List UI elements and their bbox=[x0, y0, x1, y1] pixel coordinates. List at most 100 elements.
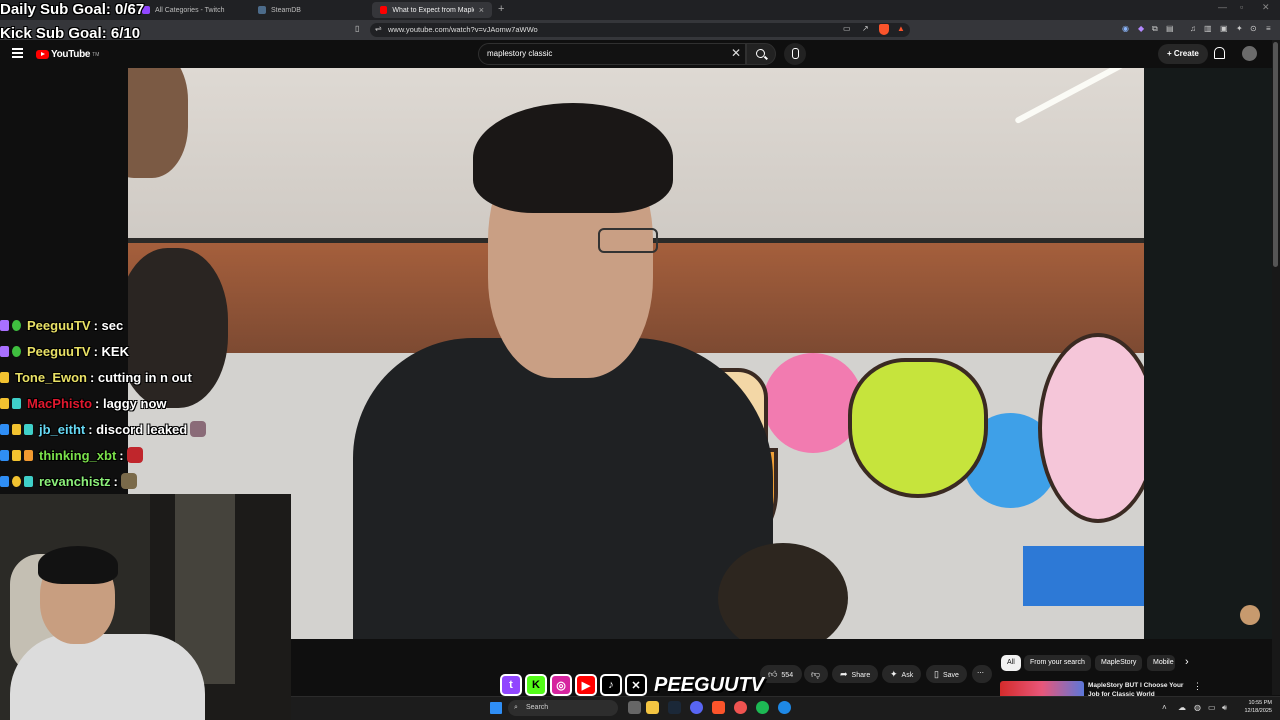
more-actions-button[interactable]: ⋯ bbox=[972, 665, 992, 683]
search-button[interactable] bbox=[746, 43, 776, 65]
browser-tab-bar: All Categories - Twitch SteamDB What to … bbox=[0, 0, 1280, 20]
gem-badge-icon bbox=[0, 423, 9, 435]
sidebar-icon[interactable]: ▤ bbox=[1166, 24, 1174, 33]
url-field[interactable]: www.youtube.com/watch?v=vJAomw7aWWo bbox=[370, 23, 910, 37]
taskbar-search-placeholder: Search bbox=[526, 704, 549, 711]
taskbar-search[interactable]: ⌕ Search bbox=[508, 700, 618, 716]
chip-maplestory[interactable]: MapleStory bbox=[1095, 655, 1143, 671]
file-explorer-icon[interactable] bbox=[646, 701, 659, 714]
youtube-favicon-icon bbox=[380, 6, 388, 14]
voice-search-icon[interactable] bbox=[784, 43, 806, 65]
save-button[interactable]: ▯ Save bbox=[926, 665, 967, 683]
tab-twitch[interactable]: All Categories - Twitch bbox=[134, 2, 244, 18]
chip-mobile[interactable]: Mobile bbox=[1147, 655, 1175, 671]
video-scene-person bbox=[353, 338, 773, 639]
task-view-icon[interactable] bbox=[628, 701, 641, 714]
more-icon: ⋯ bbox=[977, 670, 984, 677]
obs-icon[interactable] bbox=[734, 701, 747, 714]
steam-icon[interactable] bbox=[668, 701, 681, 714]
menu-icon[interactable]: ≡ bbox=[1266, 24, 1271, 33]
tray-app-icon[interactable]: ◍ bbox=[1194, 703, 1201, 712]
windows-start-icon[interactable] bbox=[490, 702, 502, 714]
tray-chevron-icon[interactable]: ˄ bbox=[1162, 703, 1167, 712]
site-info-icon[interactable]: ⇌ bbox=[375, 24, 382, 33]
spotify-icon[interactable] bbox=[756, 701, 769, 714]
trophy-badge-icon bbox=[12, 449, 21, 461]
bookmark-icon: ▯ bbox=[934, 669, 939, 679]
trophy-badge-icon bbox=[0, 371, 9, 383]
cast-icon[interactable]: ▭ bbox=[843, 24, 851, 33]
bookmark-icon[interactable]: ▯ bbox=[355, 24, 359, 33]
clear-search-icon[interactable]: ✕ bbox=[731, 46, 741, 60]
tray-app-icon[interactable]: ☁ bbox=[1178, 703, 1186, 712]
extension-icon[interactable]: ◆ bbox=[1138, 24, 1144, 33]
ask-button[interactable]: ✦ Ask bbox=[882, 665, 922, 683]
minimize-icon[interactable]: — bbox=[1218, 2, 1227, 12]
chat-username: MacPhisto bbox=[27, 395, 93, 411]
search-value: maplestory classic bbox=[487, 49, 553, 58]
chat-message: PeeguuTV : KEK bbox=[0, 338, 300, 364]
taskbar-clock[interactable]: 10:55 PM 12/18/2025 bbox=[1238, 699, 1272, 715]
search-input[interactable]: maplestory classic bbox=[478, 43, 746, 65]
tiktok-icon: ♪ bbox=[600, 674, 622, 696]
daily-sub-goal: Daily Sub Goal: 0/67 bbox=[0, 1, 145, 18]
discord-icon[interactable] bbox=[690, 701, 703, 714]
kick-sub-goal: Kick Sub Goal: 6/10 bbox=[0, 25, 141, 42]
like-button[interactable]: 👍︎ 554 bbox=[760, 665, 802, 683]
crown-badge-icon bbox=[24, 449, 33, 461]
account-avatar[interactable] bbox=[1242, 46, 1257, 61]
network-icon[interactable]: ▭ bbox=[1208, 703, 1216, 712]
youtube-logo[interactable]: YouTube TM bbox=[36, 49, 99, 60]
search-icon bbox=[756, 49, 765, 58]
guide-menu-icon[interactable] bbox=[12, 48, 23, 58]
chat-message: jb_eitht : discord leaked bbox=[0, 416, 300, 442]
brave-browser-icon[interactable] bbox=[712, 701, 725, 714]
sparkle-icon: ✦ bbox=[890, 669, 898, 679]
scrollbar-thumb[interactable] bbox=[1273, 42, 1278, 267]
panel-icon[interactable]: ▥ bbox=[1204, 24, 1212, 33]
rewards-icon[interactable]: ▲ bbox=[897, 24, 905, 33]
share-button[interactable]: ➦ Share bbox=[832, 665, 879, 683]
chat-username: Tone_Ewon bbox=[15, 369, 87, 385]
video-menu-icon[interactable]: ⋮ bbox=[1193, 681, 1202, 692]
share-page-icon[interactable]: ↗ bbox=[862, 24, 869, 33]
brave-shield-icon[interactable] bbox=[879, 24, 889, 35]
youtube-header: YouTube TM maplestory classic ✕ + Create bbox=[0, 40, 1280, 68]
chip-from-your-search[interactable]: From your search bbox=[1024, 655, 1091, 671]
chat-message: PeeguuTV : sec bbox=[0, 312, 300, 338]
close-window-icon[interactable]: ✕ bbox=[1262, 2, 1270, 13]
dislike-button[interactable]: 👎︎ bbox=[804, 665, 828, 683]
twitch-icon: t bbox=[500, 674, 522, 696]
chip-all[interactable]: All bbox=[1001, 655, 1021, 671]
media-icon[interactable]: ♫ bbox=[1190, 24, 1196, 33]
chevron-right-icon[interactable]: › bbox=[1185, 656, 1189, 668]
like-count: 554 bbox=[781, 672, 794, 679]
chat-username: PeeguuTV bbox=[27, 317, 91, 333]
tab-youtube[interactable]: What to Expect from MapleStory × bbox=[372, 2, 492, 18]
floating-mascot-icon[interactable] bbox=[1240, 605, 1260, 625]
create-button[interactable]: + Create bbox=[1158, 44, 1208, 64]
address-bar-row: ▯ www.youtube.com/watch?v=vJAomw7aWWo ⇌ … bbox=[0, 20, 1280, 40]
extension-icon[interactable]: ◉ bbox=[1122, 24, 1129, 33]
wallet-icon[interactable]: ▣ bbox=[1220, 24, 1228, 33]
video-scene-person-hair bbox=[473, 103, 673, 213]
chat-text: : cutting in n out bbox=[89, 369, 192, 385]
vpn-icon[interactable]: ⊙ bbox=[1250, 24, 1257, 33]
video-side-area bbox=[1144, 68, 1272, 639]
tab-title: What to Expect from MapleStory bbox=[392, 6, 473, 14]
new-tab-button[interactable]: + bbox=[498, 3, 504, 15]
youtube-play-icon bbox=[36, 50, 49, 59]
maximize-icon[interactable]: ▫ bbox=[1240, 2, 1243, 12]
notifications-bell-icon[interactable] bbox=[1214, 47, 1225, 59]
tab-steamdb[interactable]: SteamDB bbox=[250, 2, 360, 18]
volume-icon[interactable]: 🔊︎ bbox=[1222, 703, 1227, 713]
app-icon[interactable] bbox=[778, 701, 791, 714]
chat-message: MacPhisto : laggy now bbox=[0, 390, 300, 416]
extensions-icon[interactable]: ⧉ bbox=[1152, 24, 1158, 34]
share-label: Share bbox=[851, 672, 871, 679]
close-tab-icon[interactable]: × bbox=[479, 5, 484, 15]
chat-message: Tone_Ewon : cutting in n out bbox=[0, 364, 300, 390]
clock-time: 10:55 PM bbox=[1248, 700, 1272, 706]
leo-icon[interactable]: ✦ bbox=[1236, 24, 1243, 33]
mic-badge-icon bbox=[0, 319, 9, 331]
